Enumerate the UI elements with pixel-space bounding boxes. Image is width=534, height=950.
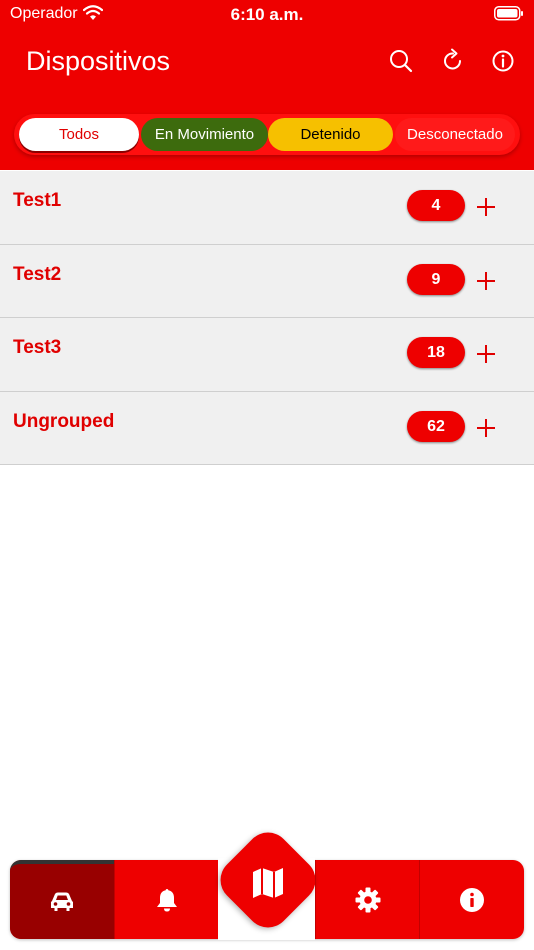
group-name: Test2: [13, 263, 62, 285]
group-name: Ungrouped: [13, 410, 115, 432]
group-row-test1[interactable]: Test1 4: [0, 171, 534, 245]
bottom-tab-bar: [10, 823, 524, 940]
expand-plus-icon[interactable]: [474, 269, 498, 293]
group-row-test3[interactable]: Test3 18: [0, 318, 534, 392]
status-time: 6:10 a.m.: [230, 5, 304, 24]
info-icon[interactable]: [490, 48, 516, 74]
refresh-icon[interactable]: [440, 48, 466, 74]
car-icon: [51, 892, 73, 911]
tab-vehicles[interactable]: [10, 860, 114, 939]
group-row-test2[interactable]: Test2 9: [0, 244, 534, 318]
expand-plus-icon[interactable]: [474, 342, 498, 366]
filter-moving-tab[interactable]: En Movimiento: [141, 118, 268, 151]
search-icon[interactable]: [388, 48, 414, 74]
status-bar: Operador 6:10 a.m.: [0, 0, 534, 30]
device-count-badge: 18: [407, 337, 465, 368]
device-count-badge: 9: [407, 263, 465, 295]
device-count-badge: 4: [407, 190, 465, 221]
device-count-badge: 62: [407, 410, 465, 442]
filter-stopped-tab[interactable]: Detenido: [268, 118, 393, 151]
map-icon: [253, 868, 283, 898]
tab-alerts[interactable]: [114, 860, 218, 939]
filter-all-tab[interactable]: Todos: [19, 118, 139, 151]
status-filter-bar: Todos En Movimiento Detenido Desconectad…: [14, 114, 520, 155]
filter-disconnected-tab[interactable]: Desconectado: [395, 118, 515, 151]
gear-icon: [355, 887, 380, 912]
bell-icon: [156, 888, 177, 911]
expand-plus-icon[interactable]: [474, 195, 498, 219]
app-header: Operador 6:10 a.m. Dispositivos Todos En…: [0, 0, 534, 170]
group-name: Test1: [13, 190, 62, 211]
tab-settings[interactable]: [315, 860, 419, 939]
tab-info[interactable]: [419, 860, 524, 939]
info-icon: [460, 887, 484, 912]
battery-icon: [494, 6, 523, 21]
group-name: Test3: [13, 337, 62, 358]
group-list: Test1 4 Test2 9 Test3 18 Ungrouped 62: [0, 171, 534, 465]
page-title: Dispositivos: [26, 46, 171, 76]
group-row-ungrouped[interactable]: Ungrouped 62: [0, 391, 534, 465]
expand-plus-icon[interactable]: [474, 416, 498, 440]
